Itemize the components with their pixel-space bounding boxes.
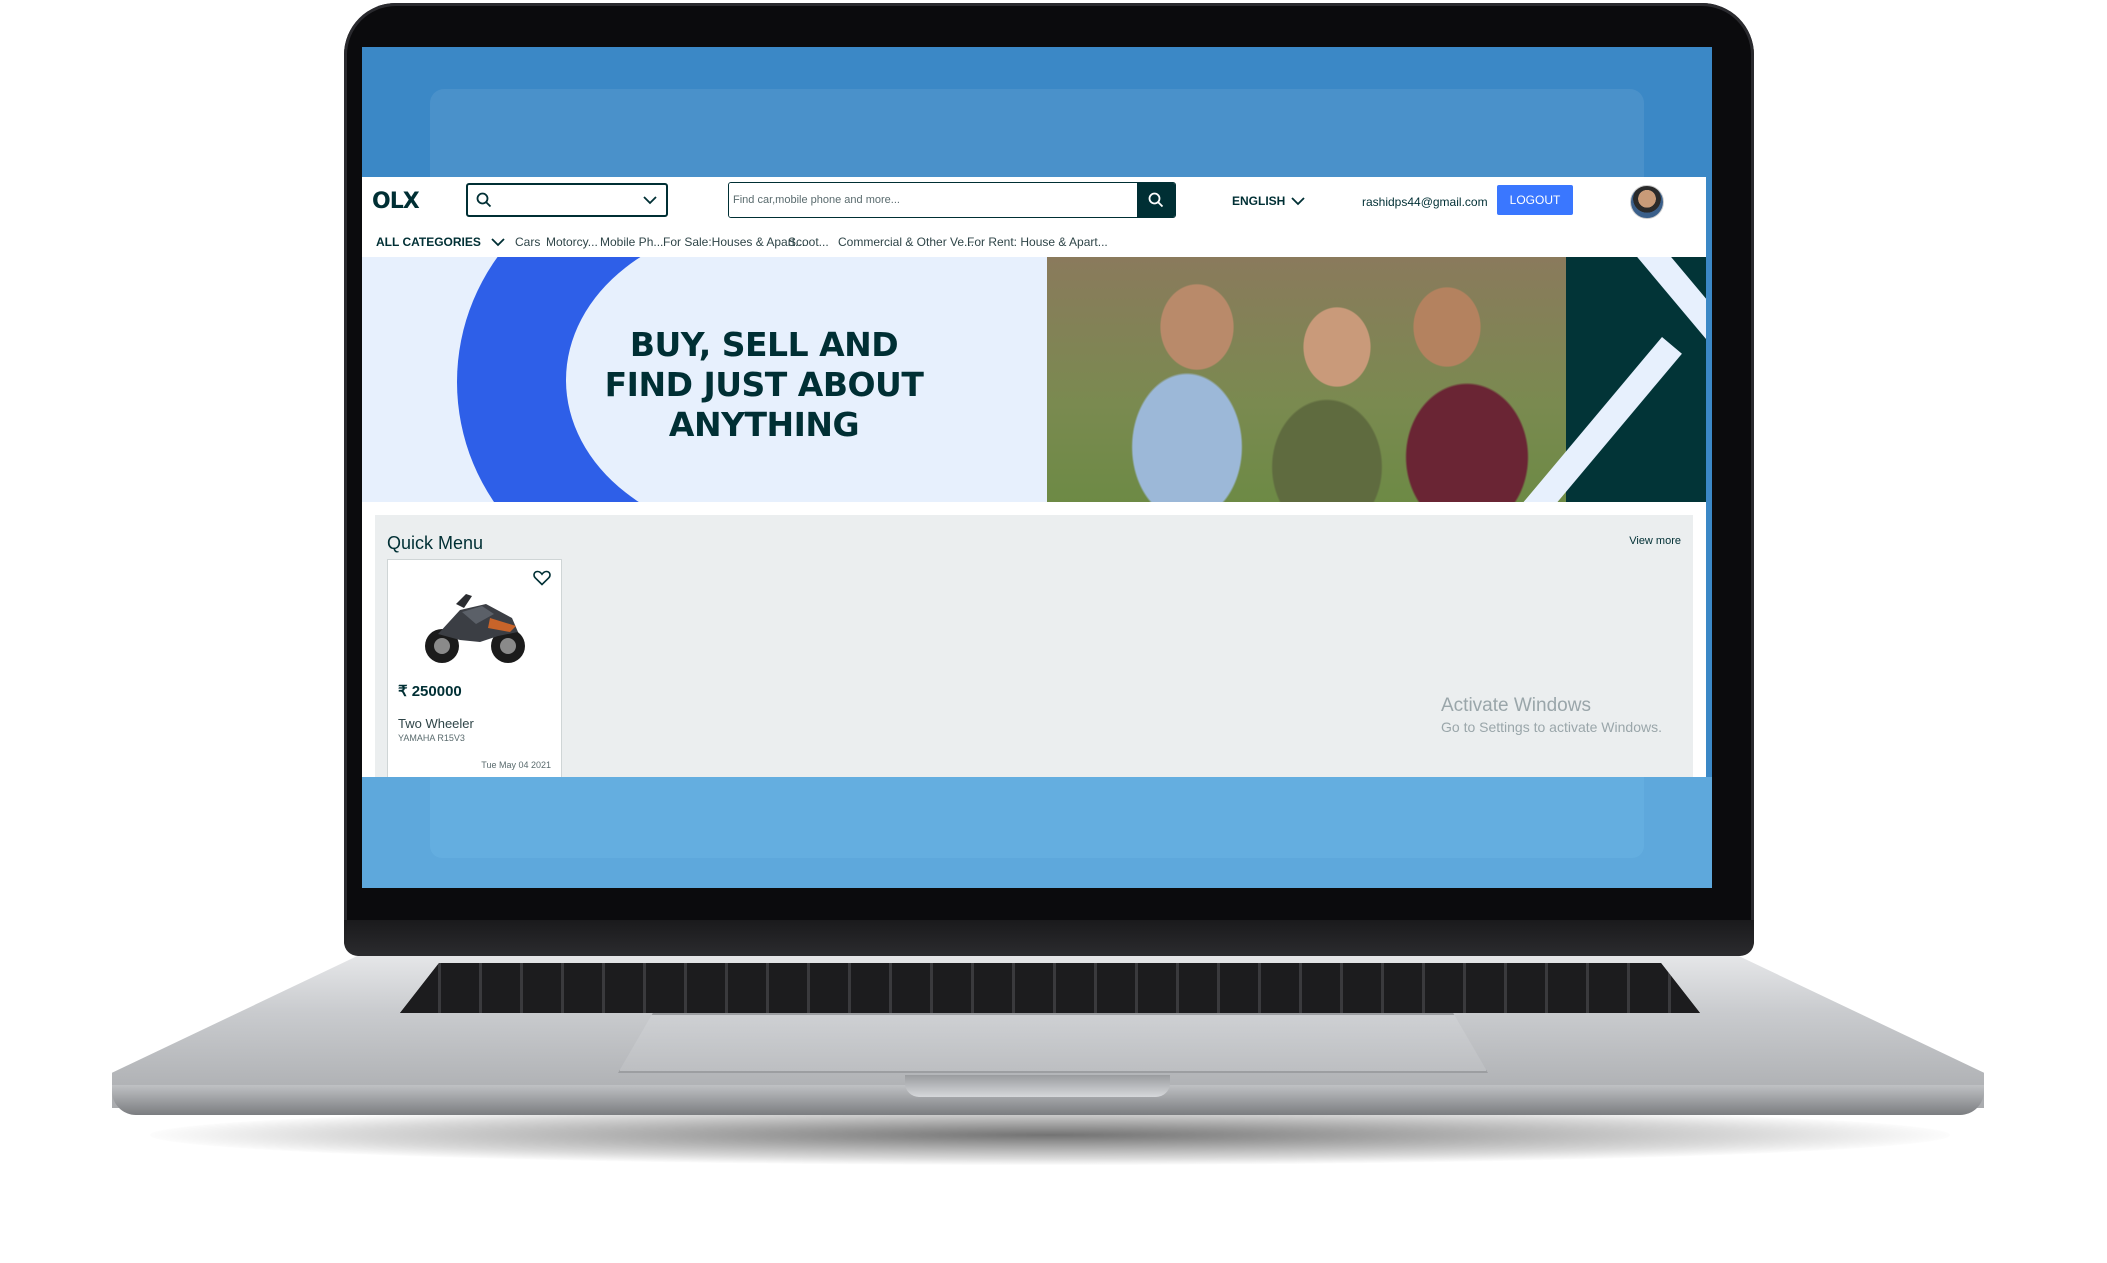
card-subtitle: YAMAHA R15V3 [398,733,465,743]
language-label: ENGLISH [1232,194,1286,208]
search-input[interactable] [729,183,1143,217]
laptop-screen: OLX Find car,mobile phone and more... EN… [362,47,1712,888]
category-bar: ALL CATEGORIES Cars Motorcy... Mobile Ph… [362,227,1706,257]
banner-line: FIND JUST ABOUT [604,365,924,404]
category-for-sale-houses[interactable]: For Sale:Houses & Apart... [663,235,805,249]
category-cars[interactable]: Cars [515,235,540,249]
olx-logo[interactable]: OLX [372,189,420,214]
search-icon [1148,192,1164,208]
laptop-mockup: OLX Find car,mobile phone and more... EN… [0,0,2107,1263]
heart-icon[interactable] [533,570,551,586]
card-title: Two Wheeler [398,716,474,731]
laptop-hinge [344,920,1754,956]
laptop-keyboard [400,963,1700,1013]
quick-menu: Quick Menu View more ₹ 250000 Two Wheele… [375,515,1693,777]
user-email: rashidps44@gmail.com [1362,195,1488,209]
category-for-rent-houses[interactable]: For Rent: House & Apart... [967,235,1108,249]
all-categories[interactable]: ALL CATEGORIES [376,235,481,249]
hero-banner[interactable]: BUY, SELL AND FIND JUST ABOUT ANYTHING [362,257,1706,502]
laptop-touchpad [618,1013,1488,1073]
category-motorcycles[interactable]: Motorcy... [546,235,598,249]
watermark-title: Activate Windows [1441,695,1591,716]
quick-menu-title: Quick Menu [387,533,484,553]
category-mobile-phones[interactable]: Mobile Ph... [600,235,663,249]
activate-windows-watermark: Activate Windows Go to Settings to activ… [1441,695,1662,735]
motorcycle-image [425,594,525,663]
laptop-notch [905,1075,1170,1097]
view-more-link[interactable]: View more [1629,535,1681,547]
desktop-bottom-panel [430,777,1644,858]
card-price: ₹ 250000 [398,683,462,700]
watermark-subtitle: Go to Settings to activate Windows. [1441,719,1662,735]
search-button[interactable] [1137,183,1175,217]
banner-line: ANYTHING [668,405,860,444]
category-commercial-vehicles[interactable]: Commercial & Other Ve... [838,235,974,249]
banner-headline: BUY, SELL AND FIND JUST ABOUT ANYTHING [604,325,924,445]
desktop-bottom-band [362,777,1712,888]
avatar[interactable] [1630,185,1664,219]
main-search [728,182,1176,218]
olx-page: OLX Find car,mobile phone and more... EN… [362,177,1706,777]
language-selector[interactable]: ENGLISH [1232,194,1305,208]
chevron-down-icon [643,196,657,205]
banner-photo [1047,257,1566,502]
chevron-down-icon [1291,197,1305,206]
location-search[interactable] [466,183,668,217]
chevron-down-icon[interactable] [490,236,506,248]
search-icon [476,192,492,208]
logout-button[interactable]: LOGOUT [1497,185,1573,215]
card-date: Tue May 04 2021 [481,760,551,770]
product-card[interactable]: ₹ 250000 Two Wheeler YAMAHA R15V3 Tue Ma… [387,559,562,777]
category-scooters[interactable]: Scoot... [788,235,829,249]
banner-line: BUY, SELL AND [629,325,899,364]
header: OLX Find car,mobile phone and more... EN… [362,177,1706,227]
